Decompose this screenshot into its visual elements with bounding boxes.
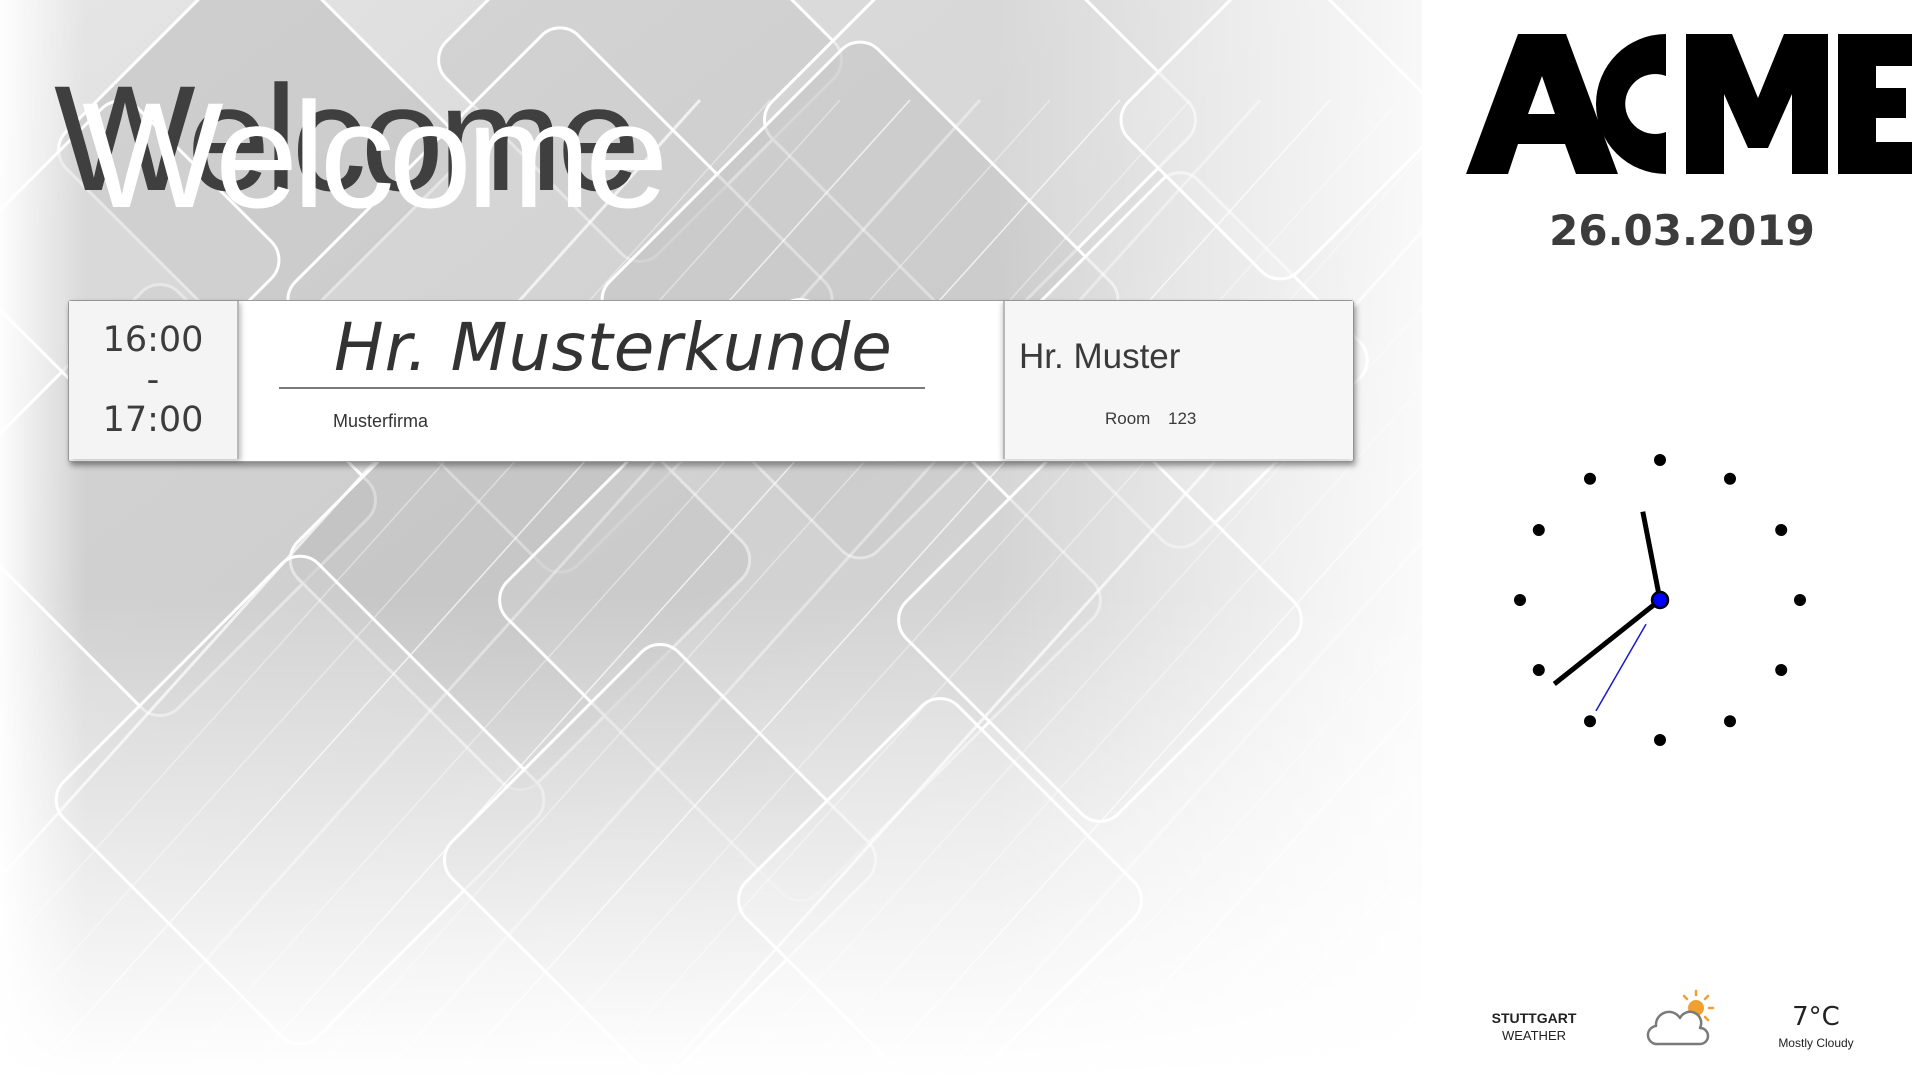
welcome-screen: Welcome Welcome 16:00 - 17:00 Hr. Muster… xyxy=(0,0,1920,1080)
clock-hour-hand xyxy=(1640,511,1663,601)
welcome-heading: Welcome xyxy=(82,71,668,239)
appointment-card: 16:00 - 17:00 Hr. Musterkunde Musterfirm… xyxy=(68,300,1354,462)
clock-hour-dot xyxy=(1724,472,1736,485)
host-name: Hr. Muster xyxy=(1019,337,1181,376)
clock-hour-dot xyxy=(1724,715,1736,728)
room-label: Room xyxy=(1105,409,1151,428)
guest-company: Musterfirma xyxy=(333,411,429,431)
analog-clock xyxy=(1514,454,1806,746)
host-info: Hr. Muster Room 123 xyxy=(1003,301,1353,459)
clock-hour-dot xyxy=(1775,664,1788,676)
guest-name: Hr. Musterkunde xyxy=(334,309,893,386)
time-separator: - xyxy=(146,360,160,400)
clock-second-hand xyxy=(1595,623,1647,712)
clock-minute-hand xyxy=(1552,598,1662,686)
clock-hour-dot xyxy=(1794,594,1806,606)
weather-temperature: 7°C xyxy=(1792,1002,1840,1032)
clock-hour-dot xyxy=(1584,472,1596,485)
guest-name-underline xyxy=(279,387,925,389)
clock-hour-dot xyxy=(1532,524,1545,536)
clock-hour-dot xyxy=(1584,715,1596,728)
appointment-time: 16:00 - 17:00 xyxy=(69,301,239,459)
clock-hour-dot xyxy=(1654,454,1666,466)
weather-condition: Mostly Cloudy xyxy=(1778,1036,1854,1050)
clock-hour-dot xyxy=(1532,664,1545,676)
clock-hour-dot xyxy=(1775,524,1788,536)
partly-cloudy-icon xyxy=(1646,989,1715,1046)
acme-logo xyxy=(1466,34,1912,174)
clock-center-dot xyxy=(1650,590,1670,610)
room-number: 123 xyxy=(1168,409,1197,428)
time-start: 16:00 xyxy=(102,320,204,360)
time-end: 17:00 xyxy=(102,400,204,440)
clock-hour-dot xyxy=(1654,734,1666,746)
weather-label: WEATHER xyxy=(1501,1028,1567,1043)
clock-hour-dot xyxy=(1514,594,1526,606)
current-date: 26.03.2019 xyxy=(1549,206,1815,255)
weather-city: STUTTGART xyxy=(1491,1010,1577,1026)
